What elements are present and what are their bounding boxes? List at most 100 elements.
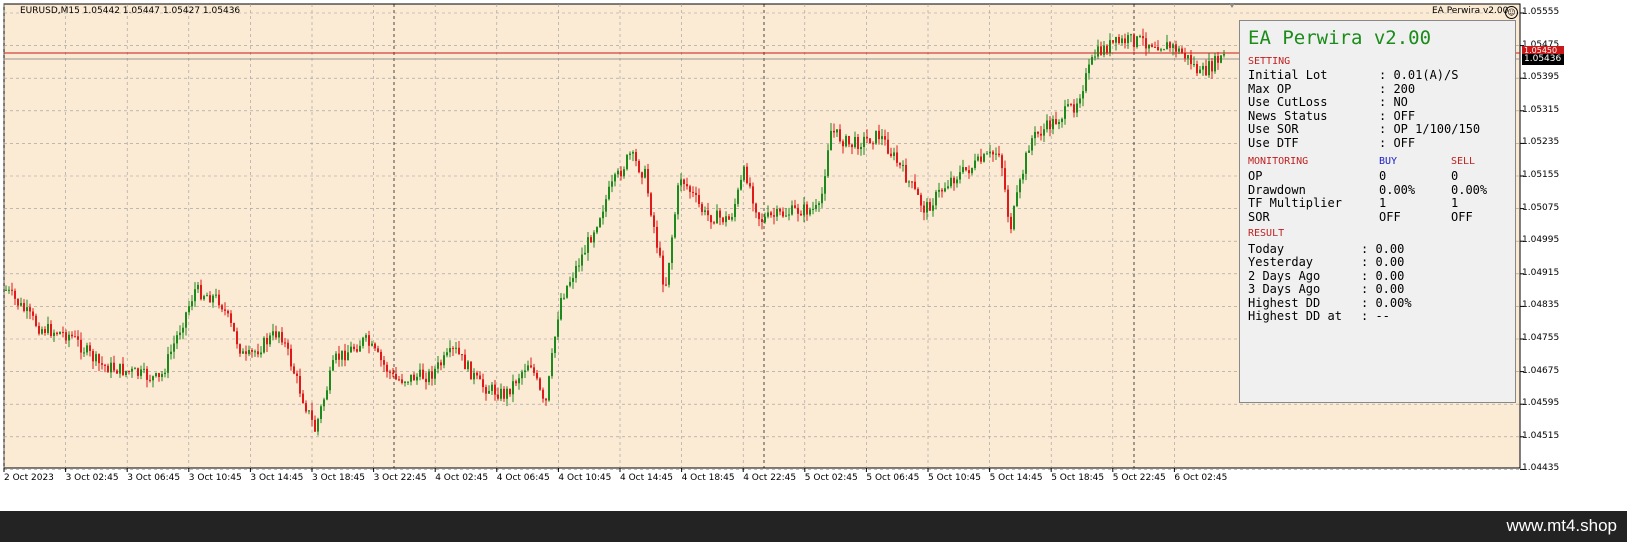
price-label: 1.05395 [1522, 72, 1560, 83]
candle-body [698, 194, 700, 205]
candle-body [152, 376, 154, 381]
candle-body [398, 379, 400, 381]
time-label: 3 Oct 02:45 [65, 473, 119, 483]
candle-body [857, 136, 859, 150]
candle-body [737, 189, 739, 204]
candle-body [74, 336, 76, 338]
candle-body [155, 373, 157, 377]
candle-body [308, 410, 310, 412]
candle-body [896, 152, 898, 163]
candle-body [251, 349, 253, 352]
candle-body [917, 188, 919, 195]
candle-body [119, 363, 121, 374]
candle-body [1010, 216, 1012, 230]
candle-body [320, 406, 322, 419]
candle-body [1094, 56, 1096, 58]
candle-body [341, 350, 343, 360]
candle-body [749, 183, 751, 187]
candle-body [218, 294, 220, 306]
candle-body [134, 368, 136, 370]
chart-area[interactable]: EURUSD,M15 1.05442 1.05447 1.05427 1.054… [0, 0, 1627, 511]
candle-body [389, 371, 391, 373]
candle-body [563, 297, 565, 299]
candle-body [254, 351, 256, 353]
candle-body [674, 214, 676, 238]
candle-body [53, 332, 55, 336]
candle-body [1181, 48, 1183, 54]
candle-body [629, 153, 631, 155]
candle-body [830, 130, 832, 151]
candle-body [1220, 55, 1222, 63]
result-value-yesterday: : 0.00 [1361, 255, 1405, 269]
candle-body [1103, 45, 1105, 55]
time-label: 5 Oct 22:45 [1112, 473, 1166, 483]
candle-body [485, 387, 487, 394]
candle-body [263, 337, 265, 353]
candle-body [260, 352, 262, 355]
candle-body [395, 373, 397, 380]
candle-body [272, 331, 274, 336]
candle-body [641, 172, 643, 178]
candle-body [590, 237, 592, 243]
candle-body [443, 355, 445, 366]
time-label: 5 Oct 14:45 [989, 473, 1043, 483]
candle-body [746, 166, 748, 184]
candle-body [908, 181, 910, 183]
candle-body [1199, 69, 1201, 74]
candle-body [437, 362, 439, 369]
candle-body [497, 394, 499, 399]
candle-body [581, 254, 583, 266]
candle-body [200, 284, 202, 300]
candle-body [62, 331, 64, 333]
candle-body [548, 376, 550, 401]
price-label: 1.04435 [1522, 463, 1560, 474]
candle-body [1211, 61, 1213, 72]
candle-body [626, 154, 628, 170]
time-label: 4 Oct 14:45 [620, 473, 673, 483]
smile-icon[interactable]: ☺ [1505, 6, 1518, 19]
candle-body [1133, 34, 1135, 47]
candle-body [875, 130, 877, 144]
candle-body [278, 332, 280, 338]
candle-body [1043, 129, 1045, 136]
result-header: RESULT [1248, 228, 1285, 239]
candle-body [704, 210, 706, 212]
monitoring-header: MONITORING [1248, 156, 1309, 167]
candle-body [923, 205, 925, 213]
candle-body [851, 144, 853, 148]
candle-body [500, 388, 502, 399]
candle-body [1127, 35, 1129, 44]
candle-body [128, 370, 130, 372]
candle-body [734, 203, 736, 218]
candle-body [872, 143, 874, 145]
candle-body [185, 312, 187, 328]
candle-body [176, 335, 178, 344]
result-value-highest-dd-at: : -- [1361, 309, 1390, 323]
footer-bar: www.mt4.shop [0, 511, 1627, 542]
candle-body [503, 388, 505, 399]
candle-body [572, 278, 574, 282]
time-label: 5 Oct 10:45 [928, 473, 981, 483]
candle-body [599, 218, 601, 228]
setting-value-dtf: : OFF [1379, 136, 1416, 150]
candle-body [914, 181, 916, 189]
monitor-sell-sor: OFF [1451, 210, 1473, 224]
candle-body [1085, 73, 1087, 92]
candle-body [302, 393, 304, 404]
candle-body [1013, 206, 1015, 230]
candle-body [293, 366, 295, 374]
candle-body [383, 360, 385, 365]
candle-body [1040, 133, 1042, 136]
candle-body [221, 305, 223, 310]
candle-body [902, 164, 904, 166]
candle-body [929, 202, 931, 211]
candle-body [659, 247, 661, 256]
candle-body [50, 323, 52, 336]
candle-body [1097, 46, 1099, 57]
candle-body [1079, 98, 1081, 104]
candle-body [209, 295, 211, 303]
candle-body [827, 150, 829, 177]
candle-body [794, 205, 796, 208]
candle-body [140, 369, 142, 376]
candle-body [728, 216, 730, 220]
